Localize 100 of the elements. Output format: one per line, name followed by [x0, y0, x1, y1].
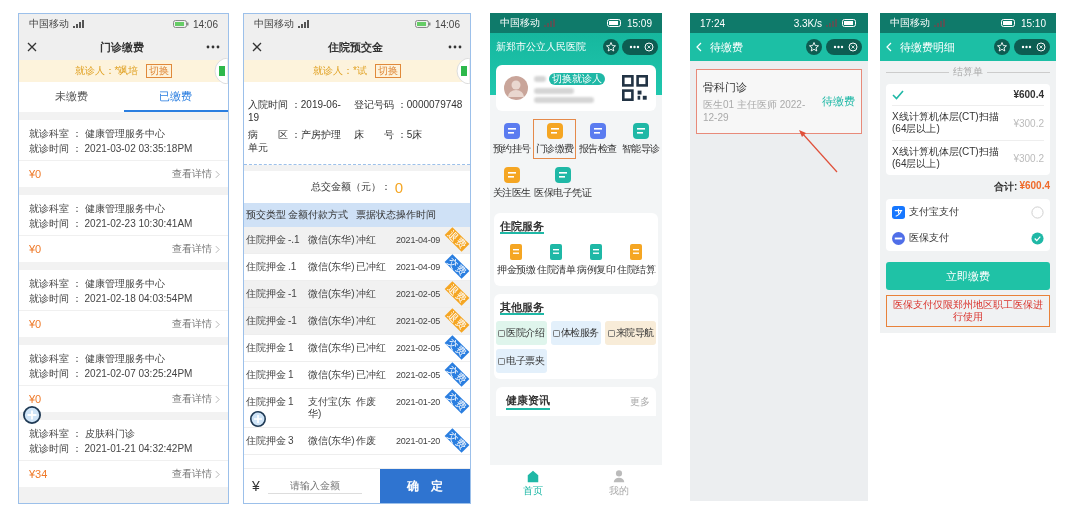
carrier-label: 中国移动	[254, 17, 294, 31]
tile-icon	[607, 329, 615, 337]
notice-text: 医保支付仅限郑州地区职工医保进行使用	[886, 295, 1050, 327]
total-label: 合计:	[994, 180, 1018, 194]
chevron-icon	[215, 169, 220, 179]
table-cell: 微信(东华)	[308, 261, 356, 273]
currency-symbol: ¥	[251, 478, 261, 494]
info-field: 床 号 ：5床	[354, 128, 466, 154]
table-cell-text: 住院押金	[246, 435, 287, 447]
amount: ¥34	[29, 468, 48, 480]
service-button[interactable]: 病例复印	[576, 240, 616, 280]
details-link[interactable]: 查看详情	[172, 317, 220, 331]
app-tile-icon	[545, 122, 564, 140]
visit-time-line: 就诊时间 ： 2021-02-07 03:25:24PM	[29, 367, 194, 381]
department-line: 就诊科室 ： 健康管理服务中心	[29, 127, 166, 141]
table-cell-text: 3	[288, 435, 295, 447]
capsule-menu-icon[interactable]	[826, 39, 862, 55]
bill-card[interactable]: 骨科门诊 医生01 主任医师 2022-12-29 待缴费	[696, 69, 862, 134]
payment-method-label: 支付宝支付	[909, 205, 960, 219]
service-button[interactable]: 住院清单	[536, 240, 576, 280]
service-tile[interactable]: 电子票夹	[496, 349, 547, 373]
document-icon	[627, 243, 645, 261]
details-link[interactable]: 查看详情	[172, 242, 220, 256]
shortcut-button[interactable]: 报告检查	[576, 119, 619, 159]
table-cell-text: 冲红	[356, 288, 377, 300]
app-tile-icon	[553, 166, 572, 184]
page-title: 住院预交金	[326, 39, 384, 55]
table-cell-text: 支付宝(东华)	[308, 396, 353, 420]
total-amount: 0	[394, 178, 404, 196]
page-title: 门诊缴费	[98, 39, 145, 55]
payment-logo-icon	[892, 205, 905, 219]
add-button[interactable]	[23, 406, 41, 424]
details-link[interactable]: 查看详情	[172, 467, 220, 481]
bill-amount: ¥600.4	[1013, 89, 1044, 100]
redacted-text	[534, 88, 574, 94]
tab[interactable]: 已缴费	[123, 82, 228, 112]
shortcut-button[interactable]: 预约挂号	[490, 119, 533, 159]
table-cell: 微信(东华)	[308, 315, 356, 327]
star-icon[interactable]	[603, 39, 619, 55]
department-line: 就诊科室 ： 健康管理服务中心	[29, 277, 166, 291]
table-cell-text: 住院押金	[246, 315, 287, 327]
service-tile[interactable]: 体检服务	[550, 321, 602, 345]
column-header: 付款方式	[308, 208, 349, 222]
table-cell-text: 冲红	[356, 315, 377, 327]
table-cell: 微信(东华)	[308, 234, 356, 246]
amount: ¥0	[29, 243, 42, 255]
capsule-menu-icon[interactable]	[1014, 39, 1050, 55]
shortcut-button[interactable]: 门诊缴费	[533, 119, 576, 159]
tab[interactable]: 未缴费	[19, 82, 124, 112]
amount: ¥0	[29, 393, 42, 405]
status-time: 14:06	[192, 18, 218, 30]
status-time: 15:09	[626, 17, 652, 29]
tile-icon	[553, 329, 560, 337]
qr-code-icon[interactable]	[622, 75, 648, 101]
details-link[interactable]: 查看详情	[172, 392, 220, 406]
divider-label: 结算单	[953, 65, 983, 79]
battery-icon	[414, 20, 431, 28]
doctor-info: 医生01 主任医师 2022-12-29	[703, 98, 807, 123]
star-icon[interactable]	[806, 39, 822, 55]
payment-logo-icon	[892, 231, 905, 245]
amount-input[interactable]: 请输入金额	[267, 478, 362, 494]
table-cell: 微信(东华)	[308, 342, 356, 354]
service-button[interactable]: 押金预缴	[496, 240, 536, 280]
payment-method-label: 医保支付	[909, 231, 950, 245]
department-line: 就诊科室 ： 健康管理服务中心	[29, 202, 166, 216]
status-time: 15:10	[1020, 17, 1046, 29]
table-cell: 微信(东华)	[308, 369, 356, 381]
amount: ¥0	[29, 168, 42, 180]
app-title: 新郑市公立人民医院	[496, 40, 587, 54]
close-icon[interactable]	[27, 42, 37, 52]
table-cell-text: 作废	[356, 435, 377, 447]
confirm-button[interactable]: 确 定	[380, 469, 470, 503]
shortcut-button[interactable]: 关注医生	[490, 163, 533, 203]
shortcut-button[interactable]: 医保电子凭证	[533, 163, 592, 203]
check-icon[interactable]	[892, 89, 904, 100]
service-tile[interactable]: 来院导航	[605, 321, 656, 345]
visit-time-line: 就诊时间 ： 2021-03-02 03:35:18PM	[29, 142, 194, 156]
signal-icon	[934, 19, 946, 27]
radio-button[interactable]	[1031, 231, 1044, 245]
annotation-arrow	[798, 129, 838, 173]
capsule-menu-icon[interactable]	[622, 39, 658, 55]
add-button[interactable]	[250, 411, 266, 427]
close-icon[interactable]	[252, 42, 262, 52]
details-link[interactable]: 查看详情	[172, 167, 220, 181]
table-cell-text: 作废	[356, 396, 377, 408]
more-icon[interactable]	[448, 45, 462, 49]
patient-name: 就诊人：*试	[313, 64, 367, 78]
radio-button[interactable]	[1031, 205, 1044, 219]
more-icon[interactable]	[206, 45, 220, 49]
battery-icon	[1000, 19, 1017, 27]
total-amount: ¥600.4	[1019, 180, 1050, 193]
service-tile[interactable]: 医院介绍	[496, 321, 547, 345]
service-button[interactable]: 住院结算	[616, 240, 656, 280]
section-title: 健康资讯	[506, 393, 550, 410]
tile-icon	[498, 357, 506, 365]
star-icon[interactable]	[994, 39, 1010, 55]
redacted-text	[534, 76, 546, 82]
shortcut-button[interactable]: 智能导诊	[619, 119, 662, 159]
corner-tag: 交费	[444, 389, 470, 414]
column-header: 预交类型	[246, 208, 287, 222]
